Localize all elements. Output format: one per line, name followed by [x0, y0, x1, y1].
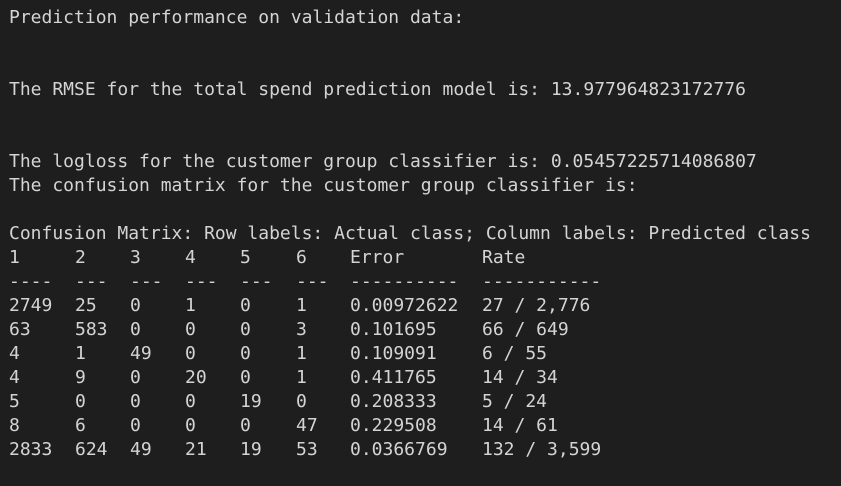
table-cell: 2833: [9, 439, 53, 460]
table-cell: 19: [240, 439, 262, 460]
table-cell: 0: [240, 295, 251, 316]
table-cell: 14 / 61: [482, 415, 558, 436]
table-row: 5 0 0 0 19 0 0.208333 5 / 24: [0, 390, 841, 414]
table-cell: 1: [296, 367, 307, 388]
table-row: 4 9 0 20 0 1 0.411765 14 / 34: [0, 366, 841, 390]
table-cell: 47: [296, 415, 318, 436]
table-cell: 132 / 3,599: [482, 439, 602, 460]
column-header: 3: [130, 247, 141, 268]
separator: ---: [185, 271, 218, 292]
column-header: Rate: [482, 247, 526, 268]
table-cell: 25: [75, 295, 97, 316]
separator: ---: [240, 271, 273, 292]
table-cell: 4: [9, 367, 20, 388]
table-cell: 21: [185, 439, 207, 460]
confusion-matrix-title: Confusion Matrix: Row labels: Actual cla…: [9, 223, 811, 244]
column-header: 1: [9, 247, 20, 268]
header-line: Prediction performance on validation dat…: [9, 7, 465, 28]
table-cell: 1: [296, 343, 307, 364]
table-cell: 0.411765: [350, 367, 437, 388]
table-cell: 0: [240, 415, 251, 436]
table-cell: 49: [130, 439, 152, 460]
table-separator-row: ---- --- --- --- --- --- ---------- ----…: [0, 270, 841, 294]
table-cell: 0: [240, 319, 251, 340]
table-cell: 5 / 24: [482, 391, 548, 412]
table-cell: 5: [9, 391, 20, 412]
separator: ---: [130, 271, 163, 292]
table-cell: 0.101695: [350, 319, 437, 340]
table-cell: 3: [296, 319, 307, 340]
column-header: 2: [75, 247, 86, 268]
table-cell: 8: [9, 415, 20, 436]
separator: ---: [75, 271, 108, 292]
table-cell: 0: [185, 343, 196, 364]
table-cell: 583: [75, 319, 108, 340]
rmse-line: The RMSE for the total spend prediction …: [9, 79, 746, 100]
table-row: 2749 25 0 1 0 1 0.00972622 27 / 2,776: [0, 294, 841, 318]
table-cell: 0: [130, 367, 141, 388]
table-cell: 0: [130, 415, 141, 436]
table-cell: 0.00972622: [350, 295, 459, 316]
table-cell: 0: [185, 415, 196, 436]
table-cell: 63: [9, 319, 31, 340]
table-cell: 27 / 2,776: [482, 295, 591, 316]
table-cell: 624: [75, 439, 108, 460]
table-cell: 0: [240, 343, 251, 364]
table-cell: 0.208333: [350, 391, 437, 412]
table-cell: 66 / 649: [482, 319, 569, 340]
table-cell: 0.229508: [350, 415, 437, 436]
column-header: 4: [185, 247, 196, 268]
table-cell: 20: [185, 367, 207, 388]
table-cell: 53: [296, 439, 318, 460]
separator: -----------: [482, 271, 602, 292]
table-cell: 4: [9, 343, 20, 364]
separator: ---: [296, 271, 329, 292]
table-cell: 0: [240, 367, 251, 388]
confusion-matrix-intro-line: The confusion matrix for the customer gr…: [9, 175, 638, 196]
table-cell: 0.109091: [350, 343, 437, 364]
column-header: 5: [240, 247, 251, 268]
table-cell: 49: [130, 343, 152, 364]
table-cell: 14 / 34: [482, 367, 558, 388]
table-cell: 0: [185, 391, 196, 412]
table-cell: 1: [75, 343, 86, 364]
table-cell: 0: [130, 295, 141, 316]
table-cell: 9: [75, 367, 86, 388]
table-row: 8 6 0 0 0 47 0.229508 14 / 61: [0, 414, 841, 438]
table-cell: 0.0366769: [350, 439, 448, 460]
separator: ----: [9, 271, 53, 292]
column-header: Error: [350, 247, 405, 268]
table-cell: 1: [185, 295, 196, 316]
table-cell: 1: [296, 295, 307, 316]
table-row: 4 1 49 0 0 1 0.109091 6 / 55: [0, 342, 841, 366]
column-header: 6: [296, 247, 307, 268]
table-cell: 0: [75, 391, 86, 412]
table-cell: 0: [296, 391, 307, 412]
separator: ----------: [350, 271, 459, 292]
logloss-line: The logloss for the customer group class…: [9, 151, 757, 172]
table-cell: 0: [130, 391, 141, 412]
table-cell: 0: [130, 319, 141, 340]
table-header-row: 1 2 3 4 5 6 Error Rate: [0, 246, 841, 270]
table-cell: 2749: [9, 295, 53, 316]
table-row-total: 2833 624 49 21 19 53 0.0366769 132 / 3,5…: [0, 438, 841, 462]
table-cell: 6: [75, 415, 86, 436]
table-cell: 0: [185, 319, 196, 340]
table-row: 63 583 0 0 0 3 0.101695 66 / 649: [0, 318, 841, 342]
table-cell: 6 / 55: [482, 343, 548, 364]
table-cell: 19: [240, 391, 262, 412]
